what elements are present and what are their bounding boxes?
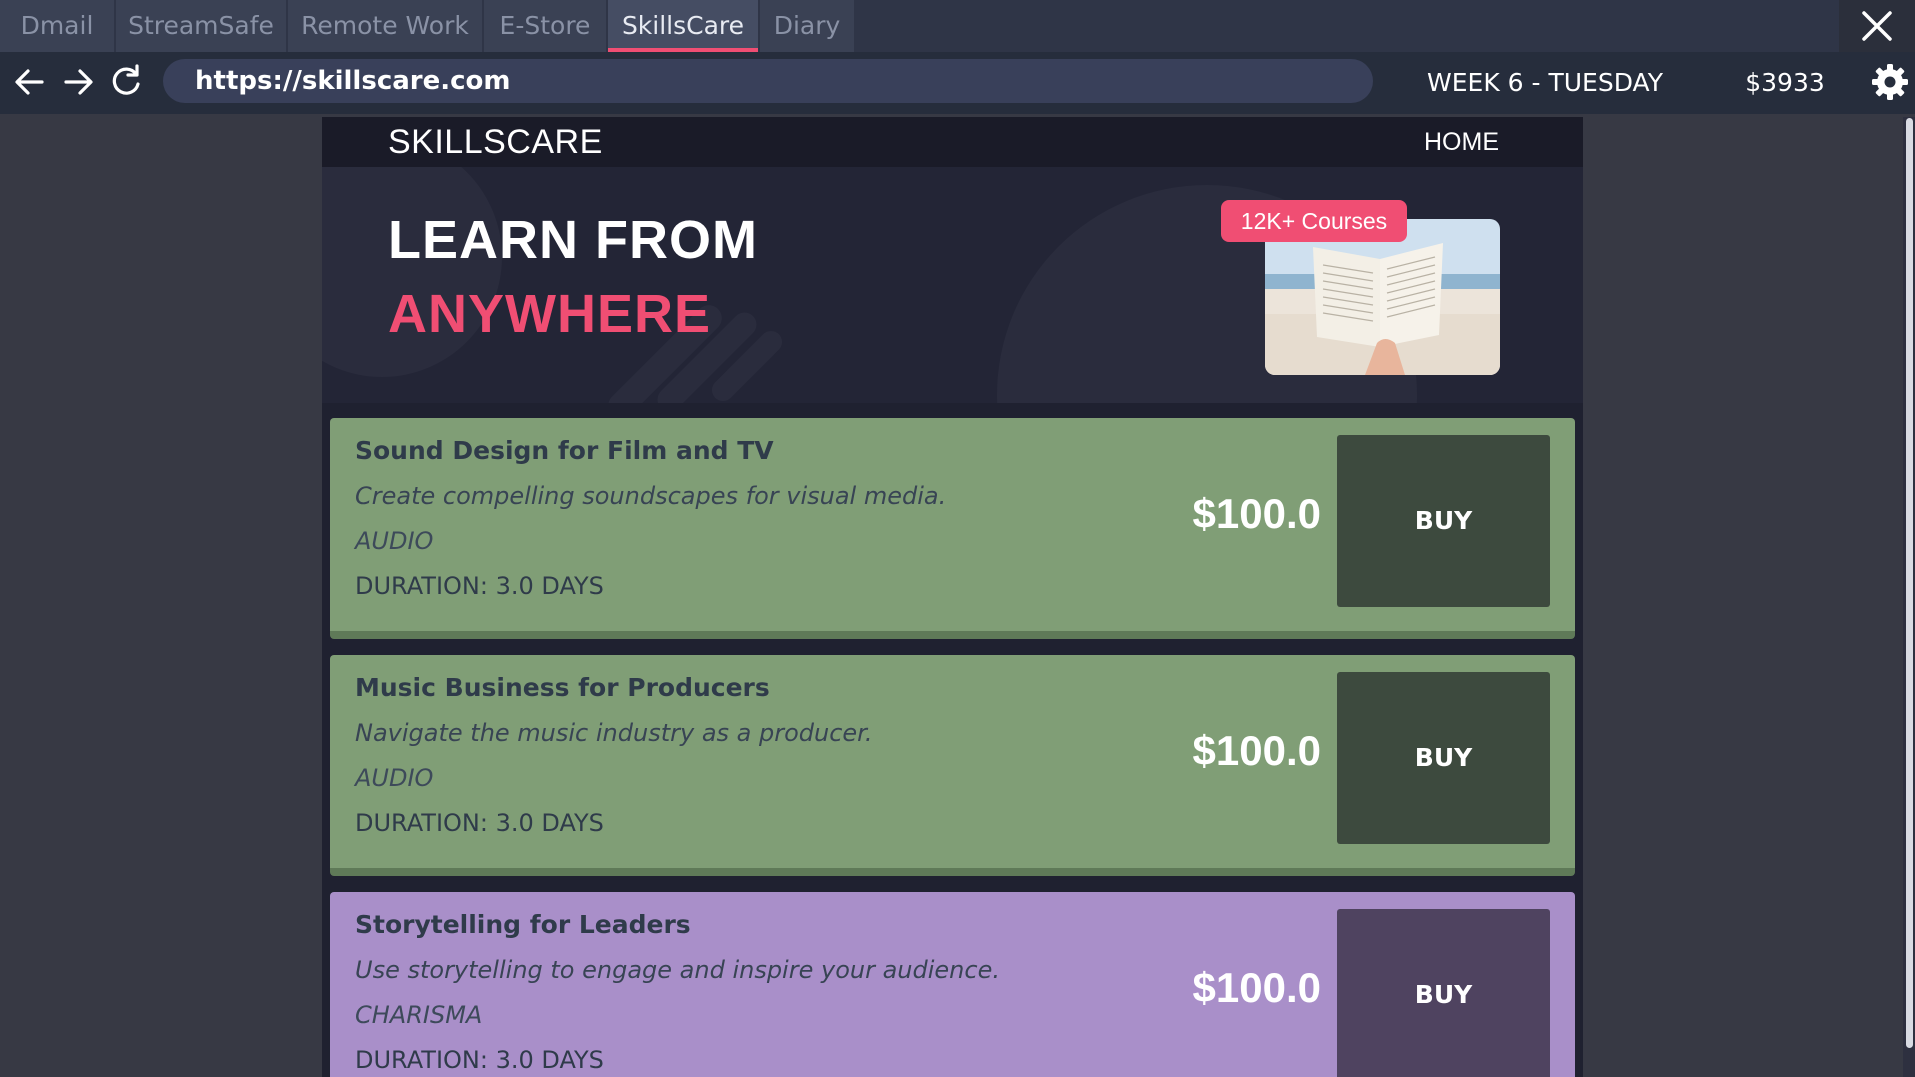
hero-decor-circle: [322, 167, 502, 377]
course-price: $100.0: [1192, 727, 1321, 774]
back-button[interactable]: [8, 60, 52, 104]
courses-count-badge: 12K+ Courses: [1221, 200, 1407, 242]
course-title: Storytelling for Leaders: [355, 910, 691, 939]
tab-diary[interactable]: Diary: [760, 0, 856, 52]
close-button[interactable]: [1839, 0, 1915, 52]
settings-button[interactable]: [1870, 62, 1910, 102]
book-on-beach-illustration: [1265, 219, 1500, 375]
buy-button[interactable]: BUY: [1337, 672, 1550, 844]
browser-toolbar: https://skillscare.com WEEK 6 - TUESDAY …: [0, 52, 1915, 114]
back-arrow-icon: [15, 69, 44, 95]
course-card: Storytelling for Leaders Use storytellin…: [330, 892, 1575, 1077]
tab-dmail[interactable]: Dmail: [0, 0, 116, 52]
site-header: SKILLSCARE HOME: [322, 117, 1583, 167]
hero-heading-line2: ANYWHERE: [388, 284, 712, 344]
nav-home-link[interactable]: HOME: [1424, 117, 1499, 167]
course-duration: DURATION: 3.0 DAYS: [355, 1046, 604, 1074]
hero-heading-line1: LEARN FROM: [388, 210, 758, 270]
scrollbar-thumb[interactable]: [1906, 118, 1913, 1048]
tab-e-store[interactable]: E-Store: [484, 0, 608, 52]
buy-button[interactable]: BUY: [1337, 909, 1550, 1077]
reload-button[interactable]: [104, 60, 148, 104]
week-label: WEEK 6 - TUESDAY: [1427, 68, 1663, 97]
course-category: CHARISMA: [355, 1001, 483, 1029]
course-category: AUDIO: [355, 764, 434, 792]
course-price: $100.0: [1192, 490, 1321, 537]
course-title: Sound Design for Film and TV: [355, 436, 774, 465]
reload-icon: [112, 64, 140, 95]
course-price: $100.0: [1192, 964, 1321, 1011]
tab-bar: Dmail StreamSafe Remote Work E-Store Ski…: [0, 0, 1915, 52]
course-description: Navigate the music industry as a produce…: [355, 719, 873, 747]
page-content: SKILLSCARE HOME LEARN FROM ANYWHERE 12K+…: [322, 117, 1583, 1077]
course-duration: DURATION: 3.0 DAYS: [355, 572, 604, 600]
tab-streamsafe[interactable]: StreamSafe: [116, 0, 288, 52]
tab-remote-work[interactable]: Remote Work: [288, 0, 484, 52]
hero-banner: LEARN FROM ANYWHERE 12K+ Courses: [322, 167, 1583, 403]
site-logo[interactable]: SKILLSCARE: [388, 117, 603, 167]
course-card: Sound Design for Film and TV Create comp…: [330, 418, 1575, 639]
hero-book-image: [1265, 219, 1500, 375]
course-description: Create compelling soundscapes for visual…: [355, 482, 947, 510]
course-category: AUDIO: [355, 527, 434, 555]
url-bar[interactable]: https://skillscare.com: [163, 59, 1373, 103]
course-description: Use storytelling to engage and inspire y…: [355, 956, 1000, 984]
course-title: Music Business for Producers: [355, 673, 770, 702]
course-duration: DURATION: 3.0 DAYS: [355, 809, 604, 837]
buy-button[interactable]: BUY: [1337, 435, 1550, 607]
balance-label: $3933: [1745, 68, 1825, 97]
close-icon: [1862, 11, 1892, 41]
forward-arrow-icon: [64, 69, 93, 95]
gear-icon: [1872, 64, 1908, 100]
course-card: Music Business for Producers Navigate th…: [330, 655, 1575, 876]
forward-button[interactable]: [56, 60, 100, 104]
tab-skillscare[interactable]: SkillsCare: [608, 0, 760, 52]
